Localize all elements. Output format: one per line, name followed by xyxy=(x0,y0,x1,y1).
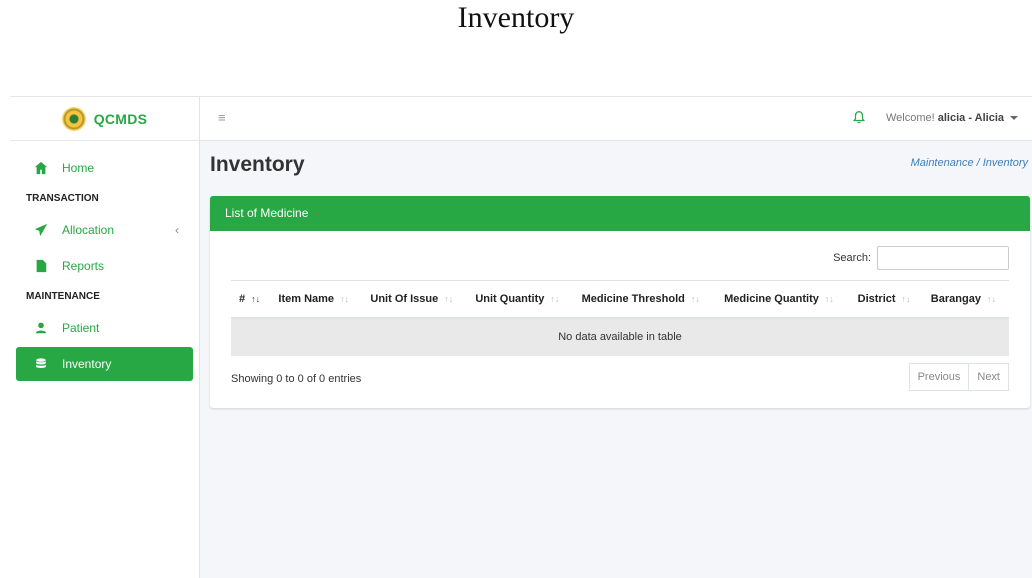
column-label: Unit Of Issue xyxy=(370,292,439,305)
sidebar-item-inventory[interactable]: Inventory xyxy=(16,347,193,381)
column-label: District xyxy=(857,292,896,305)
column-header-unit-of-issue[interactable]: Unit Of Issue ↑↓ xyxy=(362,280,468,319)
sidebar-item-reports[interactable]: Reports xyxy=(16,249,193,283)
column-header-medicine-quantity[interactable]: Medicine Quantity ↑↓ xyxy=(716,280,850,319)
breadcrumb[interactable]: Maintenance / Inventory xyxy=(911,157,1028,169)
column-header-item-name[interactable]: Item Name ↑↓ xyxy=(270,280,363,319)
sort-icon: ↑↓ xyxy=(986,293,996,304)
chevron-left-icon[interactable]: ‹ xyxy=(175,223,179,237)
medicine-table: # ↑↓ Item Name ↑↓ Unit Of Issue ↑↓ Unit Qua… xyxy=(231,280,1009,356)
card-title: List of Medicine xyxy=(210,196,1030,231)
column-label: Unit Quantity xyxy=(475,292,545,305)
user-menu[interactable]: Welcome! alicia - Alicia xyxy=(886,112,1018,124)
caret-down-icon xyxy=(1010,116,1018,121)
search-row: Search: xyxy=(833,246,1009,270)
column-header-unit-quantity[interactable]: Unit Quantity ↑↓ xyxy=(467,280,574,319)
database-icon xyxy=(36,358,46,368)
welcome-text: Welcome! xyxy=(885,112,935,124)
brand[interactable]: QCMDS xyxy=(10,97,199,141)
brand-name: QCMDS xyxy=(93,110,148,127)
medicine-list-card: List of Medicine Search: # ↑↓ Item Name ↑↓… xyxy=(210,196,1030,408)
file-icon xyxy=(36,259,47,273)
user-icon xyxy=(35,322,47,334)
search-input[interactable] xyxy=(877,246,1009,270)
sort-icon: ↑↓ xyxy=(340,293,350,304)
sort-icon: ↑↓ xyxy=(690,293,700,304)
sidebar-nav: Home TRANSACTION Allocation ‹ Reports MA… xyxy=(10,141,199,381)
sidebar-item-home[interactable]: Home xyxy=(16,151,193,185)
menu-toggle-icon[interactable]: ≡ xyxy=(218,110,226,125)
previous-button[interactable]: Previous xyxy=(908,363,970,391)
pagination: Previous Next xyxy=(908,363,1009,391)
column-label: Barangay xyxy=(930,292,981,305)
sidebar-item-patient[interactable]: Patient xyxy=(16,311,193,345)
sidebar-item-label: Patient xyxy=(62,321,100,335)
paper-plane-icon xyxy=(34,223,48,237)
user-name: alicia - Alicia xyxy=(937,112,1004,124)
column-header-district[interactable]: District ↑↓ xyxy=(849,280,923,319)
empty-table-message: No data available in table xyxy=(231,317,1009,356)
sidebar-item-label: Reports xyxy=(62,259,105,273)
table-row: No data available in table xyxy=(231,317,1009,356)
column-header-number[interactable]: # ↑↓ xyxy=(231,280,271,319)
table-info: Showing 0 to 0 of 0 entries xyxy=(231,373,362,385)
table-header-row: # ↑↓ Item Name ↑↓ Unit Of Issue ↑↓ Unit Qua… xyxy=(231,280,1009,319)
sidebar: QCMDS Home TRANSACTION Allocation ‹ Repo… xyxy=(10,97,200,578)
sort-icon: ↑↓ xyxy=(824,293,834,304)
sidebar-item-label: Inventory xyxy=(62,357,112,371)
page-title: Inventory xyxy=(210,153,305,176)
sort-icon: ↑↓ xyxy=(901,293,911,304)
brand-logo-icon xyxy=(61,106,86,131)
sidebar-item-label: Home xyxy=(62,161,95,175)
nav-section-transaction: TRANSACTION xyxy=(26,193,99,204)
column-label: # xyxy=(239,292,246,305)
sidebar-item-allocation[interactable]: Allocation ‹ xyxy=(16,213,193,247)
column-label: Medicine Quantity xyxy=(724,292,819,305)
sort-icon: ↑↓ xyxy=(444,293,454,304)
main-content: Inventory Maintenance / Inventory List o… xyxy=(200,141,1032,578)
app-window: QCMDS Home TRANSACTION Allocation ‹ Repo… xyxy=(10,96,1032,578)
column-label: Item Name xyxy=(278,292,335,305)
next-button[interactable]: Next xyxy=(969,363,1009,391)
sort-asc-icon: ↑↓ xyxy=(251,293,261,304)
column-label: Medicine Threshold xyxy=(581,292,685,305)
home-icon xyxy=(34,161,48,175)
bell-icon[interactable] xyxy=(852,110,866,124)
column-header-medicine-threshold[interactable]: Medicine Threshold ↑↓ xyxy=(573,280,717,319)
column-header-barangay[interactable]: Barangay ↑↓ xyxy=(922,280,1009,319)
sidebar-item-label: Allocation xyxy=(62,223,115,237)
search-label: Search: xyxy=(833,252,871,264)
top-navbar: ≡ Welcome! alicia - Alicia xyxy=(200,97,1032,141)
sort-icon: ↑↓ xyxy=(550,293,560,304)
figure-caption: Inventory xyxy=(457,1,575,34)
nav-section-maintenance: MAINTENANCE xyxy=(26,291,100,302)
